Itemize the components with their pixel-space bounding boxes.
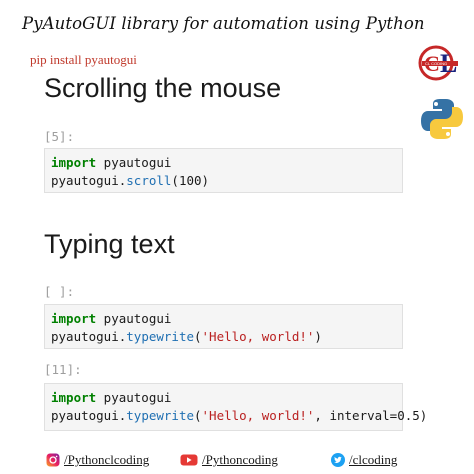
keyword: import [51,390,97,405]
banner-title: PyAutoGUI library for automation using P… [22,14,425,33]
youtube-link[interactable]: /Pythoncoding [180,452,278,468]
keyword: import [51,155,97,170]
code-text: pyautogui [96,311,172,326]
string-literal: 'Hello, world!' [201,329,315,344]
string-literal: 'Hello, world!' [201,408,315,423]
instagram-link[interactable]: /Pythonclcoding [46,452,149,468]
cl-logo-subtext: CL CODING [425,61,447,66]
section-heading-scrolling: Scrolling the mouse [44,73,282,103]
keyword: import [51,311,97,326]
code-text: (100) [171,173,210,188]
function-name: typewrite [126,329,194,344]
python-logo [421,99,463,139]
youtube-handle[interactable]: /Pythoncoding [202,452,278,468]
code-cell-typewrite[interactable]: import pyautogui pyautogui.typewrite('He… [44,304,403,349]
function-name: typewrite [126,408,194,423]
code-text: pyautogui [96,390,172,405]
section-heading-typing: Typing text [44,229,175,259]
code-text: pyautogui. [51,329,127,344]
code-text: pyautogui. [51,408,127,423]
cell-prompt: [ ]: [44,284,75,299]
cell-prompt: [11]: [44,362,82,377]
twitter-icon [331,453,345,467]
twitter-link[interactable]: /clcoding [331,452,397,468]
code-cell-scroll[interactable]: import pyautogui pyautogui.scroll(100) [44,148,403,193]
function-name: scroll [126,173,172,188]
code-text: ) [419,408,428,423]
cell-prompt: [5]: [44,129,75,144]
code-text: pyautogui [96,155,172,170]
number-literal: 0.5 [397,408,420,423]
code-text: ) [314,329,322,344]
youtube-icon [180,454,198,466]
code-text: , interval= [314,408,398,423]
clcoding-logo: C L CL CODING [418,45,458,81]
code-text: ( [194,329,202,344]
install-command: pip install pyautogui [30,52,137,67]
code-text: ( [194,408,202,423]
instagram-icon [46,453,60,467]
code-text: pyautogui. [51,173,127,188]
twitter-handle[interactable]: /clcoding [349,452,397,468]
instagram-handle[interactable]: /Pythonclcoding [64,452,149,468]
code-cell-typewrite-interval[interactable]: import pyautogui pyautogui.typewrite('He… [44,383,427,431]
